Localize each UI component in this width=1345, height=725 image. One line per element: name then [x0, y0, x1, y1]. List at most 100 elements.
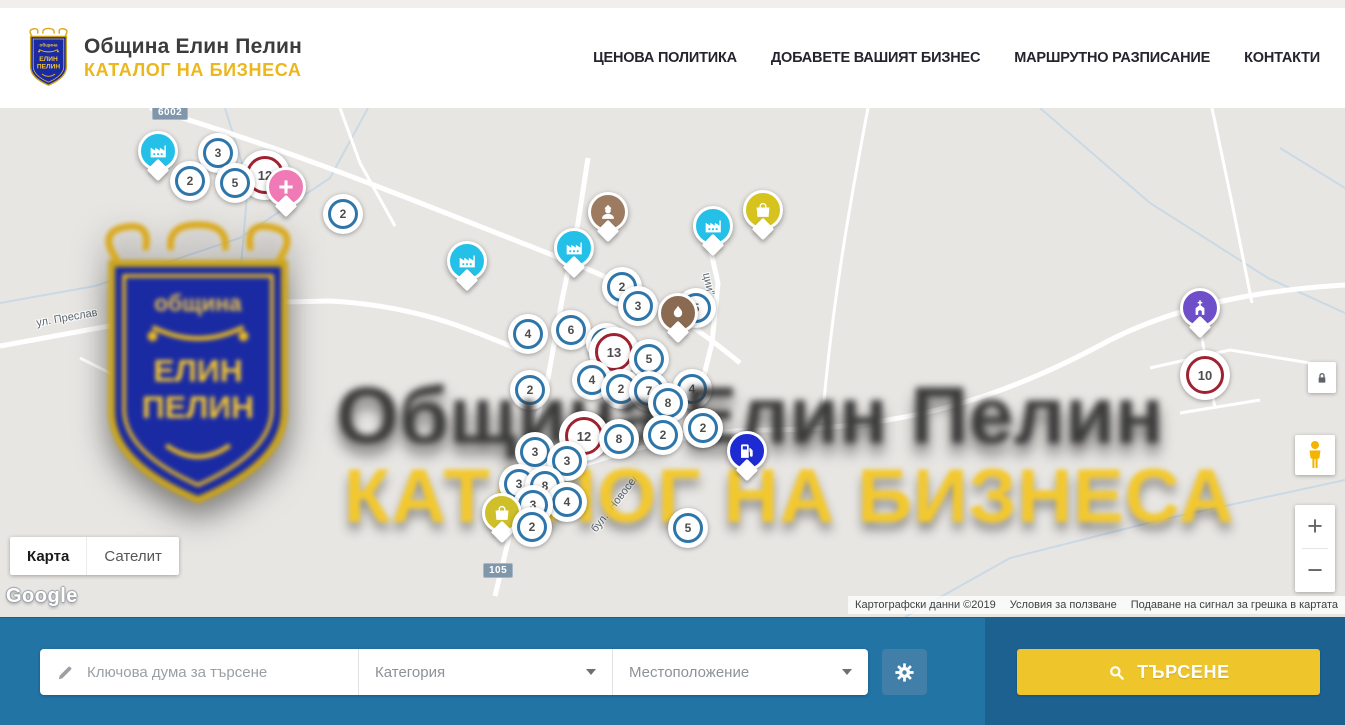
- bag-icon: [752, 199, 774, 221]
- cluster-count: 4: [513, 319, 543, 349]
- cluster-count: 2: [515, 375, 545, 405]
- location-select-value: Местоположение: [629, 664, 749, 681]
- cluster-count: 5: [634, 344, 664, 374]
- search-icon: [1107, 663, 1126, 682]
- map-attribution: Картографски данни ©2019 Условия за полз…: [848, 596, 1345, 614]
- worker-icon: [597, 201, 619, 223]
- nav-item-add-business[interactable]: ДОБАВЕТЕ ВАШИЯТ БИЗНЕС: [771, 50, 980, 66]
- location-select[interactable]: Местоположение: [612, 649, 868, 695]
- cluster-count: 2: [688, 413, 718, 443]
- zoom-in-button[interactable]: +: [1295, 505, 1335, 548]
- svg-text:община: община: [39, 41, 57, 47]
- street-view-pegman[interactable]: [1295, 435, 1335, 475]
- map-type-control: Карта Сателит: [10, 537, 179, 575]
- attribution-report-error-link[interactable]: Подаване на сигнал за грешка в картата: [1124, 596, 1345, 614]
- cluster-count: 5: [220, 168, 250, 198]
- nav-item-pricing[interactable]: ЦЕНОВА ПОЛИТИКА: [593, 50, 737, 66]
- cluster-count: 5: [673, 513, 703, 543]
- search-button-label: ТЪРСЕНЕ: [1137, 662, 1229, 683]
- factory-icon: [702, 215, 724, 237]
- lock-icon: [1314, 370, 1330, 386]
- road-number-badge: 105: [483, 563, 513, 578]
- plus-icon: [275, 176, 297, 198]
- attribution-copyright: Картографски данни ©2019: [848, 596, 1003, 614]
- svg-text:ПЕЛИН: ПЕЛИН: [37, 63, 60, 70]
- search-fields-group: Категория Местоположение: [40, 649, 868, 695]
- cluster-count: 8: [653, 388, 683, 418]
- cluster-count: 4: [552, 487, 582, 517]
- pegman-icon: [1303, 440, 1327, 470]
- cluster-count: 6: [556, 315, 586, 345]
- cluster-marker[interactable]: 2: [683, 408, 723, 448]
- nav-item-contacts[interactable]: КОНТАКТИ: [1244, 50, 1320, 66]
- keyword-search-input[interactable]: [87, 664, 358, 681]
- church-icon: [1189, 297, 1211, 319]
- cluster-count: 8: [604, 424, 634, 454]
- cluster-count: 3: [623, 291, 653, 321]
- cluster-marker[interactable]: 2: [643, 415, 683, 455]
- factory-pin[interactable]: [554, 228, 594, 268]
- church-pin[interactable]: [1180, 288, 1220, 328]
- cluster-marker[interactable]: 5: [668, 508, 708, 548]
- flame-pin[interactable]: [658, 293, 698, 333]
- cluster-count: 2: [648, 420, 678, 450]
- top-strip: [0, 0, 1345, 8]
- factory-icon: [456, 250, 478, 272]
- cluster-count: 2: [517, 512, 547, 542]
- site-title: Община Елин Пелин: [84, 35, 302, 59]
- map-canvas[interactable]: 6002105ул. Преславбул. „Новоселции" 3251…: [0, 108, 1345, 617]
- advanced-search-button[interactable]: [882, 649, 927, 695]
- fuel-pin[interactable]: [727, 431, 767, 471]
- cluster-marker[interactable]: 3: [618, 286, 658, 326]
- attribution-terms-link[interactable]: Условия за ползване: [1003, 596, 1124, 614]
- bag-pin[interactable]: [743, 190, 783, 230]
- map-lock-button[interactable]: [1308, 362, 1336, 393]
- svg-text:ЕЛИН: ЕЛИН: [39, 56, 58, 63]
- main-nav: ЦЕНОВА ПОЛИТИКА ДОБАВЕТЕ ВАШИЯТ БИЗНЕС М…: [593, 8, 1320, 108]
- zoom-out-button[interactable]: −: [1295, 549, 1335, 592]
- cluster-count: 3: [520, 437, 550, 467]
- cluster-marker[interactable]: 10: [1180, 350, 1230, 400]
- cluster-marker[interactable]: 2: [510, 370, 550, 410]
- factory-pin[interactable]: [693, 206, 733, 246]
- cluster-marker[interactable]: 2: [512, 507, 552, 547]
- cluster-marker[interactable]: 6: [551, 310, 591, 350]
- worker-pin[interactable]: [588, 192, 628, 232]
- site-subtitle: КАТАЛОГ НА БИЗНЕСА: [84, 60, 302, 81]
- brand-home-link[interactable]: община ЕЛИН ПЕЛИН Община Елин Пелин КАТА…: [25, 27, 302, 89]
- chevron-down-icon: [586, 669, 596, 675]
- cluster-count: 2: [328, 199, 358, 229]
- cluster-marker[interactable]: 4: [547, 482, 587, 522]
- factory-pin[interactable]: [447, 241, 487, 281]
- nav-item-bus-schedule[interactable]: МАРШРУТНО РАЗПИСАНИЕ: [1014, 50, 1210, 66]
- map-type-satellite-button[interactable]: Сателит: [86, 537, 179, 575]
- cluster-count: 10: [1186, 356, 1224, 394]
- category-select-value: Категория: [375, 664, 445, 681]
- search-submit-button[interactable]: ТЪРСЕНЕ: [1017, 649, 1320, 695]
- chevron-down-icon: [842, 669, 852, 675]
- cluster-marker[interactable]: 2: [323, 194, 363, 234]
- bag-icon: [491, 502, 513, 524]
- keyword-field: [40, 649, 358, 695]
- cluster-marker[interactable]: 4: [508, 314, 548, 354]
- gear-icon: [893, 661, 916, 684]
- road-number-badge: 6002: [152, 108, 188, 120]
- factory-icon: [147, 140, 169, 162]
- factory-pin[interactable]: [138, 131, 178, 171]
- cluster-count: 2: [175, 166, 205, 196]
- flame-icon: [667, 302, 689, 324]
- factory-icon: [563, 237, 585, 259]
- cluster-marker[interactable]: 8: [599, 419, 639, 459]
- google-logo[interactable]: Google: [6, 585, 78, 608]
- cluster-marker[interactable]: 2: [170, 161, 210, 201]
- plus-pin[interactable]: [266, 167, 306, 207]
- municipality-logo: община ЕЛИН ПЕЛИН: [25, 27, 72, 89]
- search-bar: Категория Местоположение ТЪРСЕНЕ: [0, 617, 1345, 725]
- fuel-icon: [736, 440, 758, 462]
- header: община ЕЛИН ПЕЛИН Община Елин Пелин КАТА…: [0, 8, 1345, 108]
- zoom-control: + −: [1295, 505, 1335, 592]
- cluster-marker[interactable]: 5: [215, 163, 255, 203]
- map-type-map-button[interactable]: Карта: [10, 537, 86, 575]
- pencil-icon: [56, 663, 75, 682]
- category-select[interactable]: Категория: [358, 649, 612, 695]
